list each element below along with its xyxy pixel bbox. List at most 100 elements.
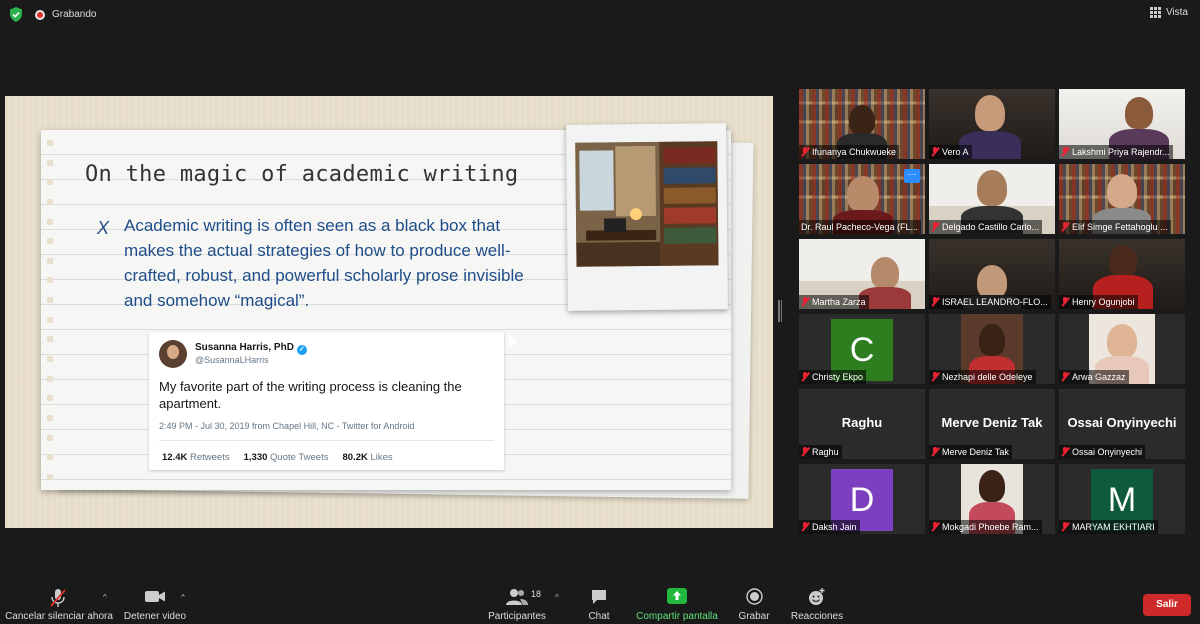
participant-name: Lakshmi Priya Rajendr... bbox=[1072, 147, 1170, 157]
participant-tile[interactable]: Martha Zarza bbox=[799, 239, 925, 309]
bullet-text: Academic writing is often seen as a blac… bbox=[124, 216, 524, 310]
record-icon bbox=[746, 588, 763, 605]
participant-name: Merve Deniz Tak bbox=[942, 447, 1009, 457]
participant-tile[interactable]: Henry Ogunjobi bbox=[1059, 239, 1185, 309]
chat-label: Chat bbox=[588, 611, 610, 622]
tweet-author-name: Susanna Harris, PhD bbox=[195, 342, 294, 353]
paper-holes bbox=[47, 140, 53, 480]
participant-tile-active-speaker[interactable]: ··· Dr. Raul Pacheco-Vega (FL... bbox=[799, 164, 925, 234]
participant-name: ISRAEL LEANDRO-FLO... bbox=[942, 297, 1048, 307]
participant-display-name: Raghu bbox=[841, 415, 883, 430]
participant-name: Raghu bbox=[812, 447, 839, 457]
video-options-caret-icon[interactable]: ^ bbox=[181, 593, 185, 602]
mic-muted-icon bbox=[801, 297, 809, 307]
participant-name: Elif Simge Fettahoglu ... bbox=[1072, 222, 1168, 232]
mute-button[interactable]: Cancelar silenciar ahora bbox=[4, 583, 114, 624]
participant-name: Ossai Onyinyechi bbox=[1072, 447, 1143, 457]
study-room-photo bbox=[575, 141, 719, 267]
tweet-avatar bbox=[159, 340, 187, 368]
view-button[interactable]: Vista bbox=[1149, 7, 1188, 18]
more-options-icon[interactable]: ··· bbox=[904, 169, 920, 183]
participant-name: MARYAM EKHTIARI bbox=[1072, 522, 1155, 532]
recording-icon bbox=[35, 10, 45, 20]
participants-count: 18 bbox=[531, 589, 542, 599]
mic-muted-icon bbox=[1061, 372, 1069, 382]
microphone-muted-icon bbox=[50, 589, 66, 607]
participant-name: Arwa Gazzaz bbox=[1072, 372, 1126, 382]
participants-label: Participantes bbox=[488, 611, 546, 622]
participant-tile[interactable]: ISRAEL LEANDRO-FLO... bbox=[929, 239, 1055, 309]
record-button[interactable]: Grabar bbox=[732, 583, 776, 624]
mic-muted-icon bbox=[801, 147, 809, 157]
share-screen-label: Compartir pantalla bbox=[636, 611, 718, 622]
view-label: Vista bbox=[1165, 7, 1188, 18]
participant-tile[interactable]: Arwa Gazzaz bbox=[1059, 314, 1185, 384]
tweet-text: My favorite part of the writing process … bbox=[159, 379, 462, 411]
participants-button[interactable]: 18 Participantes bbox=[484, 583, 550, 624]
bullet-marker: X bbox=[97, 218, 110, 238]
embedded-tweet: Susanna Harris, PhD ✓ @SusannaLHarris My … bbox=[149, 332, 504, 470]
participant-tile[interactable]: Merve Deniz Tak Merve Deniz Tak bbox=[929, 389, 1055, 459]
participant-gallery: Ifunanya Chukwueke Vero A Lakshmi Priya … bbox=[799, 89, 1185, 537]
stop-video-button[interactable]: Detener video bbox=[120, 583, 190, 624]
mic-muted-icon bbox=[801, 447, 809, 457]
mic-muted-icon bbox=[1061, 147, 1069, 157]
chat-button[interactable]: Chat bbox=[578, 583, 620, 624]
shared-screen: On the magic of academic writing X Acade… bbox=[5, 96, 773, 528]
participant-tile[interactable]: Ossai Onyinyechi Ossai Onyinyechi bbox=[1059, 389, 1185, 459]
participant-name: Delgado Castillo Carlo... bbox=[942, 222, 1040, 232]
audio-options-caret-icon[interactable]: ^ bbox=[103, 593, 107, 602]
mic-muted-icon bbox=[1061, 222, 1069, 232]
participant-name: Nezhapi delle Odeleye bbox=[942, 372, 1033, 382]
participant-tile[interactable]: C Christy Ekpo bbox=[799, 314, 925, 384]
participant-tile[interactable]: Delgado Castillo Carlo... bbox=[929, 164, 1055, 234]
mic-muted-icon bbox=[801, 372, 809, 382]
slide-title: On the magic of academic writing bbox=[85, 162, 519, 187]
participant-tile[interactable]: Vero A bbox=[929, 89, 1055, 159]
mic-muted-icon bbox=[801, 522, 809, 532]
mute-label: Cancelar silenciar ahora bbox=[5, 611, 113, 622]
mic-muted-icon bbox=[1061, 297, 1069, 307]
participant-name: Henry Ogunjobi bbox=[1072, 297, 1135, 307]
participant-name: Martha Zarza bbox=[812, 297, 866, 307]
tweet-handle: @SusannaLHarris bbox=[195, 355, 269, 365]
mic-muted-icon bbox=[931, 522, 939, 532]
panel-resize-handle[interactable] bbox=[778, 300, 781, 322]
participants-options-caret-icon[interactable]: ^ bbox=[555, 593, 559, 602]
video-label: Detener video bbox=[123, 611, 187, 622]
participant-tile[interactable]: Ifunanya Chukwueke bbox=[799, 89, 925, 159]
tweet-stats: 12.4K Retweets 1,330 Quote Tweets 80.2K … bbox=[162, 452, 393, 463]
reactions-emoji-icon bbox=[809, 588, 825, 605]
participant-display-name: Merve Deniz Tak bbox=[941, 415, 1043, 430]
participant-tile[interactable]: Elif Simge Fettahoglu ... bbox=[1059, 164, 1185, 234]
leave-meeting-button[interactable]: Salir bbox=[1143, 594, 1191, 616]
mic-muted-icon bbox=[931, 297, 939, 307]
participant-tile[interactable]: Raghu Raghu bbox=[799, 389, 925, 459]
grid-view-icon bbox=[1149, 7, 1161, 18]
mic-muted-icon bbox=[931, 447, 939, 457]
participant-name: Christy Ekpo bbox=[812, 372, 864, 382]
mic-muted-icon bbox=[931, 372, 939, 382]
verified-icon: ✓ bbox=[296, 345, 307, 355]
participant-tile[interactable]: D Daksh Jain bbox=[799, 464, 925, 534]
recording-label: Grabando bbox=[52, 9, 97, 20]
participant-name: Ifunanya Chukwueke bbox=[812, 147, 897, 157]
share-screen-button[interactable]: Compartir pantalla bbox=[632, 583, 722, 624]
reactions-label: Reacciones bbox=[790, 611, 844, 622]
quote-count: 1,330 bbox=[243, 452, 268, 463]
participant-tile[interactable]: M MARYAM EKHTIARI bbox=[1059, 464, 1185, 534]
participant-name: Dr. Raul Pacheco-Vega (FL... bbox=[801, 222, 919, 232]
meeting-top-bar: Grabando Vista bbox=[0, 0, 1200, 30]
participant-tile[interactable]: Lakshmi Priya Rajendr... bbox=[1059, 89, 1185, 159]
likes-label: Likes bbox=[370, 452, 393, 463]
participant-tile[interactable]: Nezhapi delle Odeleye bbox=[929, 314, 1055, 384]
record-label: Grabar bbox=[738, 611, 770, 622]
chat-icon bbox=[592, 590, 606, 604]
mic-muted-icon bbox=[931, 222, 939, 232]
participant-display-name: Ossai Onyinyechi bbox=[1067, 415, 1177, 430]
video-camera-icon bbox=[145, 591, 165, 602]
reactions-button[interactable]: Reacciones bbox=[788, 583, 846, 624]
shield-icon[interactable] bbox=[9, 7, 23, 22]
participant-name: Daksh Jain bbox=[812, 522, 857, 532]
participant-tile[interactable]: Mokgadi Phoebe Ram... bbox=[929, 464, 1055, 534]
